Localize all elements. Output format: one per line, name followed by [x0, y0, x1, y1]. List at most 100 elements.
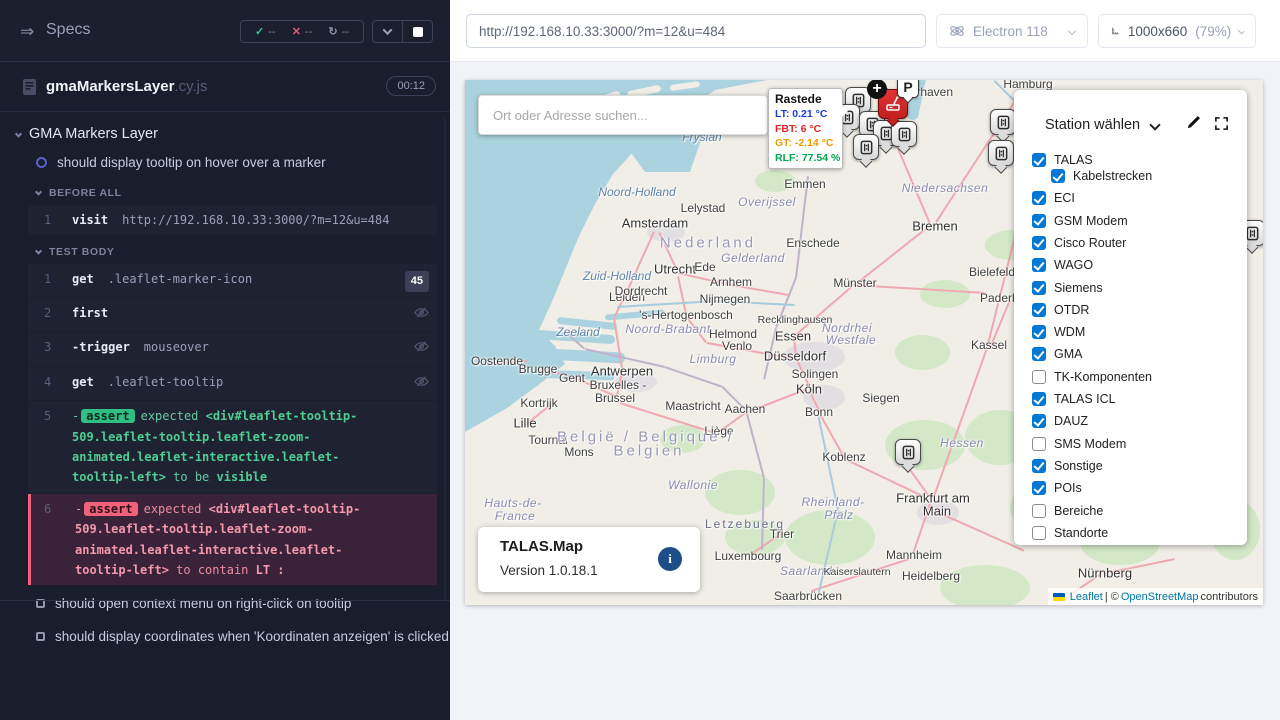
command-row[interactable]: 4get.leaflet-tooltip	[28, 367, 437, 400]
url-input[interactable]	[466, 14, 926, 48]
info-icon[interactable]: i	[658, 547, 682, 571]
map-label: Venlo	[722, 339, 752, 353]
layer-checkbox-item[interactable]: DAUZ	[1032, 414, 1088, 428]
map-label: Limburg	[690, 352, 737, 366]
layer-checkbox-item[interactable]: Standorte	[1032, 526, 1108, 540]
assert-part: to contain	[169, 563, 256, 577]
command-row[interactable]: 6-assertexpected <div#leaflet-tooltip-50…	[28, 494, 437, 586]
layer-checkbox-item[interactable]: Cisco Router	[1032, 236, 1126, 250]
checkbox-checked[interactable]	[1051, 169, 1065, 183]
aut-frame-background: HamburgBremerhavenBremenNiedersachsenHan…	[450, 62, 1280, 720]
spec-file-row[interactable]: gmaMarkersLayer.cy.js 00:12	[0, 63, 450, 112]
specs-menu-icon[interactable]: ⇒	[20, 22, 34, 42]
command-row[interactable]: 1get.leaflet-marker-icon45	[28, 264, 437, 297]
checkbox-checked[interactable]	[1032, 191, 1046, 205]
checkbox-checked[interactable]	[1032, 414, 1046, 428]
layer-checkbox-item[interactable]: ECI	[1032, 191, 1075, 205]
command-text: first	[72, 303, 399, 326]
map-label: Köln	[796, 382, 822, 397]
osm-link[interactable]: OpenStreetMap	[1121, 591, 1199, 603]
station-marker[interactable]	[988, 140, 1014, 166]
checkbox-unchecked[interactable]	[1032, 437, 1046, 451]
layer-checkbox-item[interactable]: Siemens	[1032, 281, 1103, 295]
station-select-label[interactable]: Station wählen	[1045, 117, 1140, 133]
failed-icon: ✕	[292, 25, 301, 38]
browser-selector[interactable]: Electron 118	[936, 14, 1088, 48]
checkbox-unchecked[interactable]	[1032, 526, 1046, 540]
leaflet-map[interactable]: HamburgBremerhavenBremenNiedersachsenHan…	[465, 80, 1263, 605]
layer-checkbox-item[interactable]: Sonstige	[1032, 459, 1103, 473]
layer-checkbox-item[interactable]: POIs	[1032, 481, 1082, 495]
layer-checkbox-item[interactable]: OTDR	[1032, 303, 1089, 317]
map-label: Hessen	[940, 436, 984, 450]
layer-checkbox-item[interactable]: GSM Modem	[1032, 214, 1128, 228]
failed-count: --	[305, 26, 312, 38]
command-message: .leaflet-marker-icon	[108, 272, 253, 286]
checkbox-unchecked[interactable]	[1032, 370, 1046, 384]
checkbox-checked[interactable]	[1032, 392, 1046, 406]
map-label: Solingen	[792, 367, 839, 381]
command-row[interactable]: 2first	[28, 298, 437, 331]
command-row[interactable]: 5-assertexpected <div#leaflet-tooltip-50…	[28, 401, 437, 493]
pending-test-title: should open context menu on right-click …	[55, 596, 351, 611]
map-label: Bruxelles -	[590, 378, 647, 392]
command-number: 4	[28, 372, 72, 395]
station-marker[interactable]	[853, 134, 879, 160]
command-row[interactable]: 3-triggermouseover	[28, 332, 437, 365]
map-search-input[interactable]	[478, 95, 768, 135]
checkbox-checked[interactable]	[1032, 214, 1046, 228]
spec-file-icon	[22, 78, 37, 96]
cluster-add-control[interactable]: +	[867, 80, 887, 99]
layer-checkbox-item[interactable]: TALAS ICL	[1032, 392, 1116, 406]
checkbox-checked[interactable]	[1032, 153, 1046, 167]
leaflet-link[interactable]: Leaflet	[1070, 591, 1103, 603]
edit-icon[interactable]	[1186, 114, 1202, 130]
checkbox-checked[interactable]	[1032, 481, 1046, 495]
section-header[interactable]: BEFORE ALL	[0, 177, 450, 205]
pending-test-row[interactable]: should display coordinates when 'Koordin…	[0, 622, 450, 651]
viewport-selector[interactable]: 1000x660 (79%)	[1098, 14, 1256, 48]
layer-checkbox-item[interactable]: Bereiche	[1032, 504, 1103, 518]
layer-checkbox-item[interactable]: TK-Komponenten	[1032, 370, 1152, 384]
layer-checkbox-item[interactable]: GMA	[1032, 347, 1082, 361]
pending-test-row[interactable]: should open context menu on right-click …	[0, 589, 450, 618]
layer-checkbox-item[interactable]: WDM	[1032, 325, 1085, 339]
marker-tooltip[interactable]: Rastede LT: 0.21 °CFBT: 6 °CGT: -2.14 °C…	[768, 88, 843, 169]
eye-slash-icon	[414, 339, 429, 360]
eye-slash-icon	[414, 374, 429, 395]
collapse-button[interactable]	[373, 21, 402, 42]
section-header[interactable]: TEST BODY	[0, 236, 450, 264]
checkbox-checked[interactable]	[1032, 459, 1046, 473]
layer-checkbox-item[interactable]: SMS Modem	[1032, 437, 1126, 451]
stop-button[interactable]	[403, 21, 432, 42]
checkbox-checked[interactable]	[1032, 325, 1046, 339]
parking-marker[interactable]: P	[897, 80, 919, 98]
checkbox-checked[interactable]	[1032, 281, 1046, 295]
passed-icon: ✓	[255, 25, 264, 38]
test-pending-icon	[36, 632, 45, 641]
layer-checkbox-item[interactable]: WAGO	[1032, 258, 1093, 272]
command-name: first	[72, 306, 108, 320]
pending-tests: should open context menu on right-click …	[0, 589, 450, 651]
checkbox-checked[interactable]	[1032, 258, 1046, 272]
checkbox-checked[interactable]	[1032, 303, 1046, 317]
chevron-down-icon	[1068, 27, 1076, 35]
active-test-row[interactable]: should display tooltip on hover over a m…	[0, 148, 450, 177]
reporter-scrollbar[interactable]	[444, 118, 446, 600]
map-label: Niedersachsen	[902, 181, 989, 195]
chevron-down-icon[interactable]	[1149, 119, 1160, 130]
layer-checkbox-item[interactable]: Kabelstrecken	[1051, 169, 1152, 183]
version-card: TALAS.Map Version 1.0.18.1 i	[478, 527, 700, 592]
attribution-suffix: contributors	[1201, 591, 1258, 603]
checkbox-checked[interactable]	[1032, 347, 1046, 361]
command-row[interactable]: 1visithttp://192.168.10.33:3000/?m=12&u=…	[28, 205, 437, 235]
suite-row[interactable]: GMA Markers Layer	[0, 118, 450, 148]
checkbox-unchecked[interactable]	[1032, 504, 1046, 518]
station-marker[interactable]	[990, 109, 1016, 135]
station-marker[interactable]	[895, 439, 921, 465]
checkbox-checked[interactable]	[1032, 236, 1046, 250]
layer-checkbox-item[interactable]: TALAS	[1032, 153, 1093, 167]
p-marker-icon: P	[897, 80, 919, 98]
cypress-reporter: ⇒ Specs ✓-- ✕-- ↻-- gmaMarkersLayer.cy.j…	[0, 0, 450, 720]
fullscreen-icon[interactable]	[1214, 116, 1229, 131]
